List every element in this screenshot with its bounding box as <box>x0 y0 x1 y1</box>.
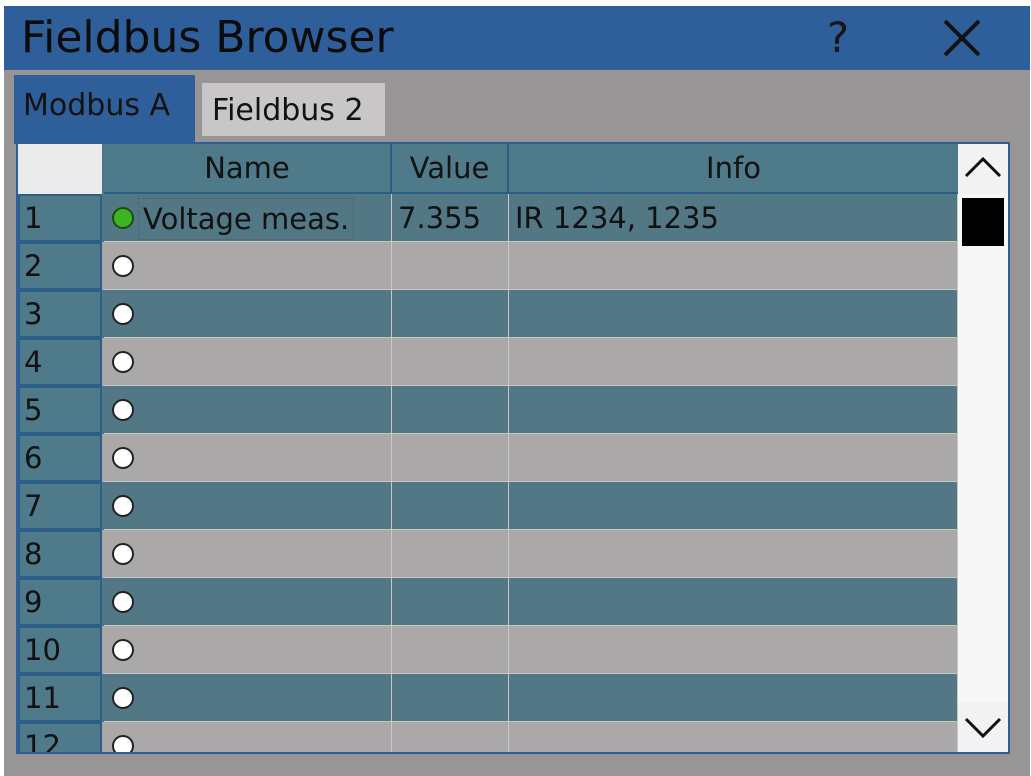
name-cell[interactable] <box>104 338 392 386</box>
table-row[interactable]: 7 <box>18 482 958 530</box>
status-indicator-icon <box>112 735 134 752</box>
table-row[interactable]: 8 <box>18 530 958 578</box>
row-number[interactable]: 2 <box>18 242 102 290</box>
row-number[interactable]: 6 <box>18 434 102 482</box>
info-cell[interactable] <box>509 626 958 674</box>
table-row[interactable]: 9 <box>18 578 958 626</box>
info-cell[interactable] <box>509 722 958 752</box>
name-cell[interactable] <box>104 434 392 482</box>
tab-fieldbus-2[interactable]: Fieldbus 2 <box>202 83 385 136</box>
tab-modbus-a[interactable]: Modbus A <box>14 75 195 144</box>
value-cell[interactable] <box>392 242 509 290</box>
chevron-up-icon <box>964 156 1002 178</box>
table-row[interactable]: 11 <box>18 674 958 722</box>
status-indicator-icon <box>112 447 134 469</box>
status-indicator-icon <box>112 591 134 613</box>
name-text: Voltage meas. <box>138 198 355 240</box>
name-cell[interactable] <box>104 242 392 290</box>
table-row[interactable]: 2 <box>18 242 958 290</box>
info-cell[interactable] <box>509 242 958 290</box>
chevron-down-icon <box>964 717 1002 739</box>
scroll-up-button[interactable] <box>958 144 1008 194</box>
vertical-scrollbar[interactable] <box>958 144 1008 752</box>
table-row[interactable]: 1 Voltage meas. 7.355 IR 1234, 1235 <box>18 194 958 242</box>
row-number[interactable]: 8 <box>18 530 102 578</box>
name-cell[interactable] <box>104 722 392 752</box>
info-cell[interactable]: IR 1234, 1235 <box>509 194 958 242</box>
info-cell[interactable] <box>509 386 958 434</box>
status-indicator-icon <box>112 543 134 565</box>
row-number[interactable]: 3 <box>18 290 102 338</box>
value-cell[interactable] <box>392 626 509 674</box>
row-number[interactable]: 1 <box>18 194 102 242</box>
value-cell[interactable] <box>392 386 509 434</box>
name-cell[interactable] <box>104 626 392 674</box>
value-cell[interactable] <box>392 290 509 338</box>
row-number[interactable]: 5 <box>18 386 102 434</box>
info-cell[interactable] <box>509 578 958 626</box>
table-row[interactable]: 12 <box>18 722 958 752</box>
close-button[interactable] <box>934 12 990 64</box>
scroll-thumb[interactable] <box>962 198 1004 246</box>
status-indicator-icon <box>112 303 134 325</box>
row-number[interactable]: 11 <box>18 674 102 722</box>
value-cell[interactable] <box>392 530 509 578</box>
scroll-down-button[interactable] <box>958 702 1008 752</box>
column-header-info[interactable]: Info <box>509 144 958 194</box>
title-bar: Fieldbus Browser ? <box>4 6 1030 70</box>
row-number[interactable]: 9 <box>18 578 102 626</box>
fieldbus-table: Name Value Info 1 Voltage meas. 7.355 IR 12… <box>18 144 958 752</box>
value-cell[interactable] <box>392 434 509 482</box>
row-number[interactable]: 10 <box>18 626 102 674</box>
close-icon <box>943 19 981 57</box>
value-cell[interactable]: 7.355 <box>392 194 509 242</box>
table-row[interactable]: 4 <box>18 338 958 386</box>
column-header-name[interactable]: Name <box>104 144 392 194</box>
column-header-value[interactable]: Value <box>392 144 509 194</box>
name-cell[interactable] <box>104 386 392 434</box>
value-cell[interactable] <box>392 674 509 722</box>
table-row[interactable]: 10 <box>18 626 958 674</box>
status-indicator-icon <box>112 639 134 661</box>
status-indicator-icon <box>112 351 134 373</box>
value-cell[interactable] <box>392 578 509 626</box>
name-cell[interactable] <box>104 674 392 722</box>
status-indicator-icon <box>112 687 134 709</box>
name-cell[interactable] <box>104 482 392 530</box>
value-cell[interactable] <box>392 482 509 530</box>
name-cell[interactable] <box>104 578 392 626</box>
value-cell[interactable] <box>392 722 509 752</box>
info-cell[interactable] <box>509 674 958 722</box>
info-cell[interactable] <box>509 290 958 338</box>
value-cell[interactable] <box>392 338 509 386</box>
status-indicator-icon <box>112 207 134 229</box>
status-indicator-icon <box>112 255 134 277</box>
name-cell[interactable] <box>104 290 392 338</box>
row-number[interactable]: 12 <box>18 722 102 752</box>
table-row[interactable]: 5 <box>18 386 958 434</box>
status-indicator-icon <box>112 495 134 517</box>
table-corner <box>18 144 102 194</box>
info-cell[interactable] <box>509 482 958 530</box>
info-cell[interactable] <box>509 434 958 482</box>
help-button[interactable]: ? <box>810 12 866 64</box>
name-cell[interactable] <box>104 530 392 578</box>
status-indicator-icon <box>112 399 134 421</box>
row-number[interactable]: 7 <box>18 482 102 530</box>
name-cell[interactable]: Voltage meas. <box>104 194 392 242</box>
table-row[interactable]: 6 <box>18 434 958 482</box>
row-number[interactable]: 4 <box>18 338 102 386</box>
info-cell[interactable] <box>509 338 958 386</box>
table-row[interactable]: 3 <box>18 290 958 338</box>
info-cell[interactable] <box>509 530 958 578</box>
window-title: Fieldbus Browser <box>21 12 394 63</box>
